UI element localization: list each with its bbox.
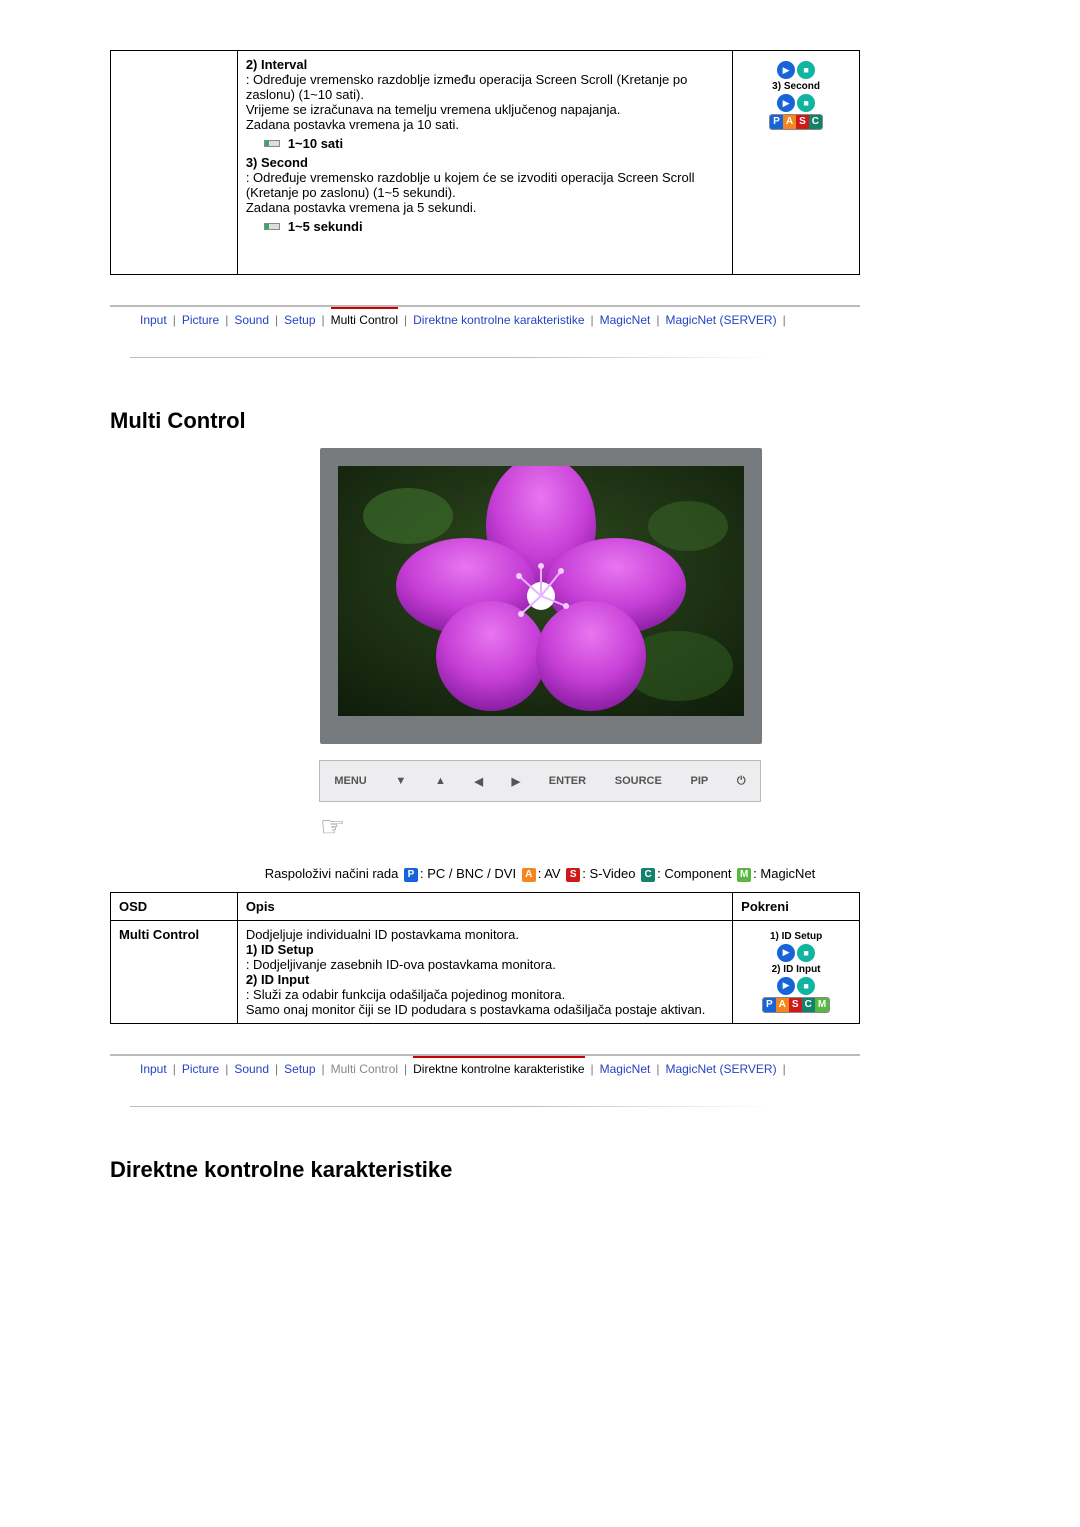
second-text: Zadana postavka vremena ja 5 sekundi. [246,200,724,215]
pascm-badge: PASCM [762,997,830,1013]
mode-badge-s: S [566,868,580,882]
th-pokreni: Pokreni [733,892,860,920]
pasc-badge: PASC [769,114,823,130]
nav-multi-control[interactable]: Multi Control [331,1062,398,1076]
id-input-head: 2) ID Input [246,972,724,987]
row-label: Multi Control [111,920,238,1023]
osd-power-icon[interactable] [737,775,746,788]
id-input-text: : Služi za odabir funkcija odašiljača po… [246,987,724,1002]
stop-icon[interactable]: ■ [797,977,815,995]
nav-magicnet-server[interactable]: MagicNet (SERVER) [665,1062,776,1076]
osd-button-bar: MENU ENTER SOURCE PIP [319,760,761,802]
id-setup-text: : Dodjeljivanje zasebnih ID-ova postavka… [246,957,724,972]
monitor-illustration [320,448,760,744]
th-osd: OSD [111,892,238,920]
osd-right-icon[interactable] [512,775,520,788]
nav-input[interactable]: Input [140,313,167,327]
top-continuation-table: 2) Interval : Određuje vremensko razdobl… [110,50,860,275]
nav-bar-1: Input| Picture| Sound| Setup| Multi Cont… [110,307,860,327]
interval-text: Vrijeme se izračunava na temelju vremena… [246,102,724,117]
nav-magicnet[interactable]: MagicNet [600,1062,651,1076]
nav-magicnet-server[interactable]: MagicNet (SERVER) [665,313,776,327]
nav-bar-2: Input| Picture| Sound| Setup| Multi Cont… [110,1056,860,1076]
stop-icon[interactable]: ■ [797,944,815,962]
pokreni-group: ▶ ■ 3) Second ▶ ■ PASC [741,57,851,134]
opis-intro: Dodjeljuje individualni ID postavkama mo… [246,927,724,942]
nav-setup[interactable]: Setup [284,313,315,327]
nav-direktne[interactable]: Direktne kontrolne karakteristike [413,313,584,327]
nav-magicnet[interactable]: MagicNet [600,313,651,327]
osd-source[interactable]: SOURCE [615,775,662,787]
nav-sound[interactable]: Sound [234,313,269,327]
nav-input[interactable]: Input [140,1062,167,1076]
multi-control-table: OSD Opis Pokreni Multi Control Dodjeljuj… [110,892,860,1024]
pokreni-label: 3) Second [772,81,820,92]
pokreni-label-1: 1) ID Setup [770,931,822,942]
nav-multi-control[interactable]: Multi Control [331,307,398,327]
id-setup-head: 1) ID Setup [246,942,724,957]
osd-down-icon[interactable] [395,775,406,787]
play-icon[interactable]: ▶ [777,977,795,995]
nav-setup[interactable]: Setup [284,1062,315,1076]
interval-heading: 2) Interval [246,57,724,72]
nav-sound[interactable]: Sound [234,1062,269,1076]
second-heading: 3) Second [246,155,724,170]
osd-left-icon[interactable] [475,775,483,788]
id-input-text: Samo onaj monitor čiji se ID podudara s … [246,1002,724,1017]
multi-control-heading: Multi Control [110,408,1080,434]
interval-text: : Određuje vremensko razdoblje između op… [246,72,724,102]
second-bullet: 1~5 sekundi [264,219,724,234]
osd-enter[interactable]: ENTER [549,775,586,787]
mode-badge-m: M [737,868,751,882]
mode-badge-a: A [522,868,536,882]
hand-pointer-icon: ☞ [320,810,360,850]
slider-icon [264,223,280,230]
nav-direktne[interactable]: Direktne kontrolne karakteristike [413,1056,584,1076]
play-icon[interactable]: ▶ [777,61,795,79]
th-opis: Opis [237,892,732,920]
stop-icon[interactable]: ■ [797,94,815,112]
nav-picture[interactable]: Picture [182,313,219,327]
flower-image [338,466,744,716]
available-modes-row: Raspoloživi načini rada P: PC / BNC / DV… [110,866,970,882]
nav-picture[interactable]: Picture [182,1062,219,1076]
pokreni-label-2: 2) ID Input [772,964,821,975]
play-icon[interactable]: ▶ [777,944,795,962]
second-text: : Određuje vremensko razdoblje u kojem ć… [246,170,724,200]
play-icon[interactable]: ▶ [777,94,795,112]
mode-badge-c: C [641,868,655,882]
interval-text: Zadana postavka vremena ja 10 sati. [246,117,724,132]
slider-icon [264,140,280,147]
mode-badge-p: P [404,868,418,882]
osd-up-icon[interactable] [435,775,446,787]
osd-pip[interactable]: PIP [690,775,708,787]
osd-menu[interactable]: MENU [334,775,366,787]
modes-prefix: Raspoloživi načini rada [265,866,399,881]
interval-bullet: 1~10 sati [264,136,724,151]
direktne-heading: Direktne kontrolne karakteristike [110,1157,1080,1183]
stop-icon[interactable]: ■ [797,61,815,79]
